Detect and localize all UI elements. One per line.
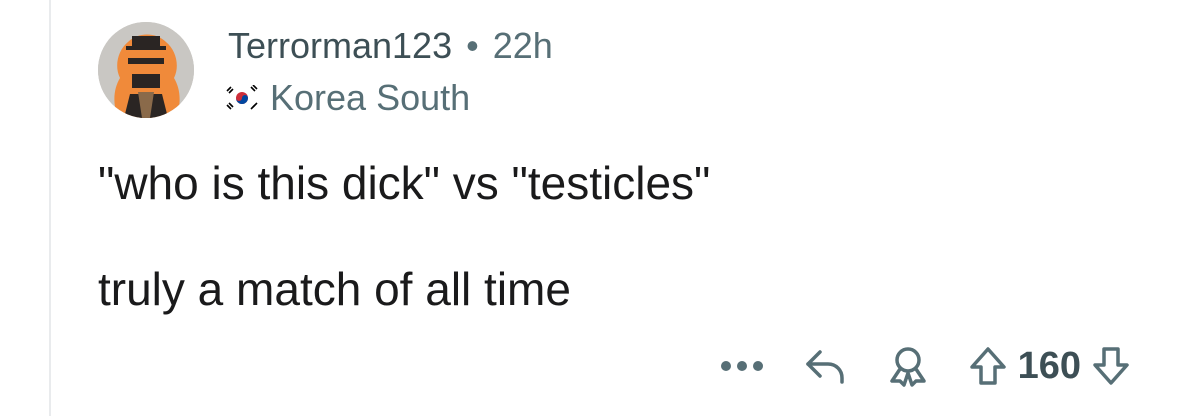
comment-actions: 160 <box>698 340 1131 392</box>
avatar[interactable] <box>98 22 194 118</box>
avatar-image <box>98 22 194 118</box>
comment: Terrorman123 • 22h Korea South "who is t… <box>0 0 1179 416</box>
username-link[interactable]: Terrorman123 <box>228 25 452 67</box>
comment-meta: Terrorman123 • 22h <box>228 24 553 68</box>
downvote-arrow-icon[interactable] <box>1091 345 1131 387</box>
vote-control: 160 <box>968 340 1131 392</box>
meta-separator: • <box>466 25 479 66</box>
vote-score: 160 <box>1017 344 1081 387</box>
reply-button[interactable] <box>804 340 846 392</box>
upvote-arrow-icon[interactable] <box>968 345 1008 387</box>
reply-icon <box>805 350 844 384</box>
comment-age: 22h <box>492 25 553 66</box>
award-icon <box>889 347 926 387</box>
comment-body-line-2: truly a match of all time <box>98 263 571 315</box>
south-korea-flag-icon <box>224 85 260 111</box>
flair-text: Korea South <box>270 77 471 118</box>
award-button[interactable] <box>888 340 928 392</box>
comment-body-line-1: "who is this dick" vs "testicles" <box>98 157 711 209</box>
more-options-button[interactable] <box>720 340 764 392</box>
more-options-icon <box>720 361 763 371</box>
user-flair: Korea South <box>224 76 470 120</box>
